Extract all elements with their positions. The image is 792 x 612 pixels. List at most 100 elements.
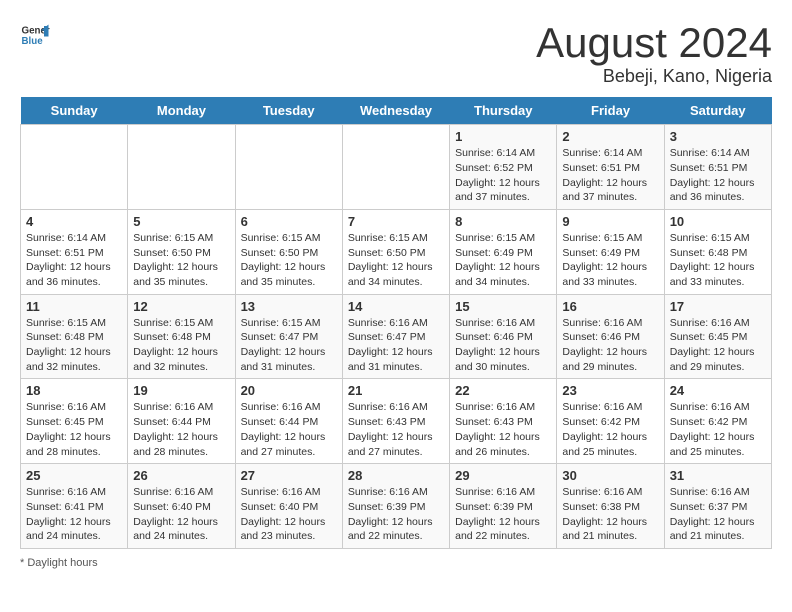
day-header-monday: Monday xyxy=(128,97,235,125)
day-number: 3 xyxy=(670,129,766,144)
day-header-saturday: Saturday xyxy=(664,97,771,125)
calendar-cell: 20 Sunrise: 6:16 AMSunset: 6:44 PMDayligh… xyxy=(235,379,342,464)
calendar-cell: 27Sunrise: 6:16 AMSunset: 6:40 PMDayligh… xyxy=(235,464,342,549)
calendar-cell: 7 Sunrise: 6:15 AMSunset: 6:50 PMDaylight… xyxy=(342,209,449,294)
calendar-cell: 18 Sunrise: 6:16 AMSunset: 6:45 PMDayligh… xyxy=(21,379,128,464)
day-info: Sunrise: 6:16 AMSunset: 6:46 PMDaylight:… xyxy=(455,316,551,375)
day-info: Sunrise: 6:16 AMSunset: 6:43 PMDaylight:… xyxy=(455,400,551,459)
calendar-cell: 30 Sunrise: 6:16 AMSunset: 6:38 PMDayligh… xyxy=(557,464,664,549)
days-header-row: SundayMondayTuesdayWednesdayThursdayFrid… xyxy=(21,97,772,125)
day-number: 25 xyxy=(26,468,122,483)
day-number: 9 xyxy=(562,214,658,229)
calendar-cell: 3Sunrise: 6:14 AMSunset: 6:51 PMDaylight… xyxy=(664,125,771,210)
calendar-cell: 9 Sunrise: 6:15 AMSunset: 6:49 PMDaylight… xyxy=(557,209,664,294)
day-info: Sunrise: 6:16 AMSunset: 6:45 PMDaylight:… xyxy=(670,316,766,375)
logo: General Blue xyxy=(20,20,50,50)
calendar-cell: 19 Sunrise: 6:16 AMSunset: 6:44 PMDayligh… xyxy=(128,379,235,464)
day-number: 5 xyxy=(133,214,229,229)
day-number: 10 xyxy=(670,214,766,229)
week-row-4: 18 Sunrise: 6:16 AMSunset: 6:45 PMDayligh… xyxy=(21,379,772,464)
day-info: Sunrise: 6:15 AMSunset: 6:48 PMDaylight:… xyxy=(133,316,229,375)
day-info: Sunrise: 6:15 AMSunset: 6:47 PMDaylight:… xyxy=(241,316,337,375)
day-info: Sunrise: 6:16 AMSunset: 6:45 PMDaylight:… xyxy=(26,400,122,459)
day-number: 1 xyxy=(455,129,551,144)
calendar-cell: 29Sunrise: 6:16 AMSunset: 6:39 PMDayligh… xyxy=(450,464,557,549)
calendar-cell: 14 Sunrise: 6:16 AMSunset: 6:47 PMDayligh… xyxy=(342,294,449,379)
calendar-cell xyxy=(342,125,449,210)
calendar-cell xyxy=(128,125,235,210)
svg-text:Blue: Blue xyxy=(22,36,44,47)
day-header-friday: Friday xyxy=(557,97,664,125)
day-info: Sunrise: 6:16 AMSunset: 6:37 PMDaylight:… xyxy=(670,485,766,544)
day-info: Sunrise: 6:15 AMSunset: 6:50 PMDaylight:… xyxy=(241,231,337,290)
day-header-sunday: Sunday xyxy=(21,97,128,125)
calendar-cell: 15Sunrise: 6:16 AMSunset: 6:46 PMDayligh… xyxy=(450,294,557,379)
day-number: 26 xyxy=(133,468,229,483)
day-number: 14 xyxy=(348,299,444,314)
day-info: Sunrise: 6:16 AMSunset: 6:44 PMDaylight:… xyxy=(241,400,337,459)
main-title: August 2024 xyxy=(536,20,772,66)
day-number: 23 xyxy=(562,383,658,398)
calendar-cell: 13 Sunrise: 6:15 AMSunset: 6:47 PMDayligh… xyxy=(235,294,342,379)
calendar-cell: 1Sunrise: 6:14 AMSunset: 6:52 PMDaylight… xyxy=(450,125,557,210)
day-number: 7 xyxy=(348,214,444,229)
day-number: 16 xyxy=(562,299,658,314)
calendar-cell: 25Sunrise: 6:16 AMSunset: 6:41 PMDayligh… xyxy=(21,464,128,549)
day-info: Sunrise: 6:16 AMSunset: 6:38 PMDaylight:… xyxy=(562,485,658,544)
day-header-wednesday: Wednesday xyxy=(342,97,449,125)
day-info: Sunrise: 6:15 AMSunset: 6:49 PMDaylight:… xyxy=(455,231,551,290)
day-number: 11 xyxy=(26,299,122,314)
week-row-1: 1Sunrise: 6:14 AMSunset: 6:52 PMDaylight… xyxy=(21,125,772,210)
week-row-2: 4Sunrise: 6:14 AMSunset: 6:51 PMDaylight… xyxy=(21,209,772,294)
calendar-cell: 24Sunrise: 6:16 AMSunset: 6:42 PMDayligh… xyxy=(664,379,771,464)
day-info: Sunrise: 6:16 AMSunset: 6:39 PMDaylight:… xyxy=(348,485,444,544)
day-info: Sunrise: 6:16 AMSunset: 6:46 PMDaylight:… xyxy=(562,316,658,375)
calendar-cell: 2 Sunrise: 6:14 AMSunset: 6:51 PMDaylight… xyxy=(557,125,664,210)
calendar-cell: 22 Sunrise: 6:16 AMSunset: 6:43 PMDayligh… xyxy=(450,379,557,464)
calendar-cell: 6 Sunrise: 6:15 AMSunset: 6:50 PMDaylight… xyxy=(235,209,342,294)
day-number: 2 xyxy=(562,129,658,144)
logo-icon: General Blue xyxy=(20,20,50,50)
day-number: 22 xyxy=(455,383,551,398)
day-number: 28 xyxy=(348,468,444,483)
title-area: August 2024 Bebeji, Kano, Nigeria xyxy=(536,20,772,87)
subtitle: Bebeji, Kano, Nigeria xyxy=(536,66,772,87)
day-number: 12 xyxy=(133,299,229,314)
day-info: Sunrise: 6:14 AMSunset: 6:51 PMDaylight:… xyxy=(562,146,658,205)
day-number: 13 xyxy=(241,299,337,314)
day-header-tuesday: Tuesday xyxy=(235,97,342,125)
day-number: 20 xyxy=(241,383,337,398)
day-number: 18 xyxy=(26,383,122,398)
day-number: 31 xyxy=(670,468,766,483)
day-info: Sunrise: 6:16 AMSunset: 6:42 PMDaylight:… xyxy=(562,400,658,459)
calendar-cell: 28 Sunrise: 6:16 AMSunset: 6:39 PMDayligh… xyxy=(342,464,449,549)
day-info: Sunrise: 6:16 AMSunset: 6:44 PMDaylight:… xyxy=(133,400,229,459)
day-number: 29 xyxy=(455,468,551,483)
calendar-cell: 23 Sunrise: 6:16 AMSunset: 6:42 PMDayligh… xyxy=(557,379,664,464)
day-info: Sunrise: 6:15 AMSunset: 6:50 PMDaylight:… xyxy=(348,231,444,290)
day-header-thursday: Thursday xyxy=(450,97,557,125)
day-number: 19 xyxy=(133,383,229,398)
day-number: 30 xyxy=(562,468,658,483)
day-info: Sunrise: 6:15 AMSunset: 6:48 PMDaylight:… xyxy=(26,316,122,375)
header: General Blue August 2024 Bebeji, Kano, N… xyxy=(20,20,772,87)
day-info: Sunrise: 6:16 AMSunset: 6:40 PMDaylight:… xyxy=(133,485,229,544)
calendar-cell: 12 Sunrise: 6:15 AMSunset: 6:48 PMDayligh… xyxy=(128,294,235,379)
day-number: 8 xyxy=(455,214,551,229)
calendar-cell: 17 Sunrise: 6:16 AMSunset: 6:45 PMDayligh… xyxy=(664,294,771,379)
footer-note: * Daylight hours xyxy=(20,557,772,569)
day-info: Sunrise: 6:15 AMSunset: 6:49 PMDaylight:… xyxy=(562,231,658,290)
week-row-5: 25Sunrise: 6:16 AMSunset: 6:41 PMDayligh… xyxy=(21,464,772,549)
day-info: Sunrise: 6:16 AMSunset: 6:40 PMDaylight:… xyxy=(241,485,337,544)
day-info: Sunrise: 6:16 AMSunset: 6:47 PMDaylight:… xyxy=(348,316,444,375)
day-number: 6 xyxy=(241,214,337,229)
calendar-cell: 5Sunrise: 6:15 AMSunset: 6:50 PMDaylight… xyxy=(128,209,235,294)
calendar-cell xyxy=(235,125,342,210)
day-info: Sunrise: 6:16 AMSunset: 6:43 PMDaylight:… xyxy=(348,400,444,459)
day-number: 21 xyxy=(348,383,444,398)
week-row-3: 11 Sunrise: 6:15 AMSunset: 6:48 PMDayligh… xyxy=(21,294,772,379)
calendar-cell: 11 Sunrise: 6:15 AMSunset: 6:48 PMDayligh… xyxy=(21,294,128,379)
calendar-cell: 21 Sunrise: 6:16 AMSunset: 6:43 PMDayligh… xyxy=(342,379,449,464)
day-info: Sunrise: 6:15 AMSunset: 6:48 PMDaylight:… xyxy=(670,231,766,290)
day-number: 17 xyxy=(670,299,766,314)
